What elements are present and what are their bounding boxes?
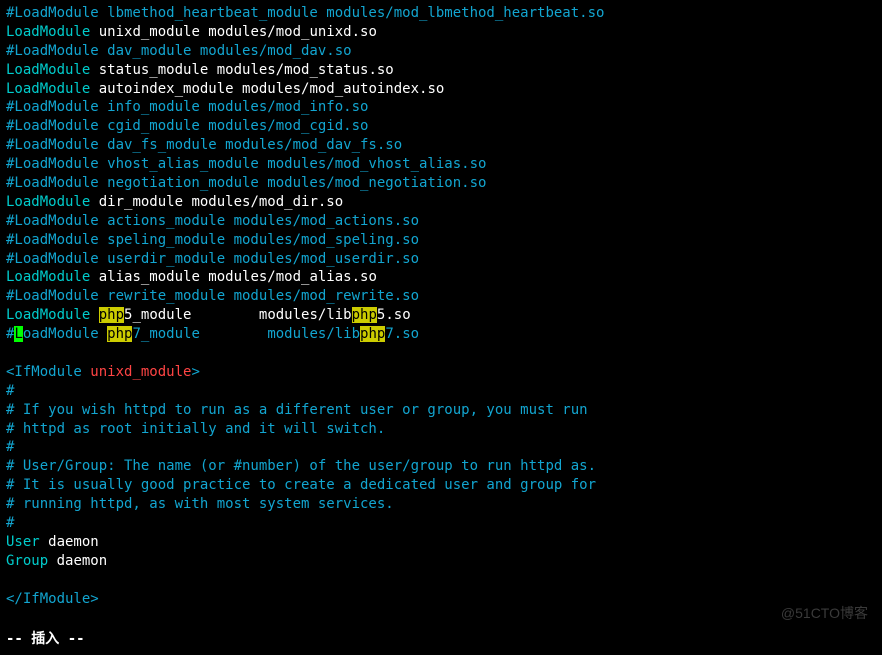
code-line: #LoadModule dav_module modules/mod_dav.s… xyxy=(6,42,876,61)
code-line: LoadModule dir_module modules/mod_dir.so xyxy=(6,193,876,212)
code-line: #LoadModule negotiation_module modules/m… xyxy=(6,174,876,193)
vim-mode-status: -- 插入 -- xyxy=(6,630,85,649)
code-line xyxy=(6,609,876,628)
code-line: # It is usually good practice to create … xyxy=(6,476,876,495)
code-line: LoadModule alias_module modules/mod_alia… xyxy=(6,268,876,287)
code-line: #LoadModule lbmethod_heartbeat_module mo… xyxy=(6,4,876,23)
code-line: #LoadModule php7_module modules/libphp7.… xyxy=(6,325,876,344)
vim-editor[interactable]: #LoadModule lbmethod_heartbeat_module mo… xyxy=(6,4,876,627)
code-line: # If you wish httpd to run as a differen… xyxy=(6,401,876,420)
code-line: #LoadModule actions_module modules/mod_a… xyxy=(6,212,876,231)
code-line: LoadModule unixd_module modules/mod_unix… xyxy=(6,23,876,42)
code-line: LoadModule status_module modules/mod_sta… xyxy=(6,61,876,80)
code-line: <IfModule unixd_module> xyxy=(6,363,876,382)
search-highlight: php xyxy=(360,326,385,342)
watermark-text: @51CTO博客 xyxy=(781,604,868,623)
code-line: #LoadModule speling_module modules/mod_s… xyxy=(6,231,876,250)
code-line xyxy=(6,571,876,590)
code-line: </IfModule> xyxy=(6,590,876,609)
code-line: #LoadModule info_module modules/mod_info… xyxy=(6,98,876,117)
code-line: # xyxy=(6,382,876,401)
search-highlight: php xyxy=(352,307,377,323)
code-line: #LoadModule userdir_module modules/mod_u… xyxy=(6,250,876,269)
code-line: #LoadModule vhost_alias_module modules/m… xyxy=(6,155,876,174)
code-line: LoadModule php5_module modules/libphp5.s… xyxy=(6,306,876,325)
code-line: Group daemon xyxy=(6,552,876,571)
code-line xyxy=(6,344,876,363)
code-line: # running httpd, as with most system ser… xyxy=(6,495,876,514)
code-line: # User/Group: The name (or #number) of t… xyxy=(6,457,876,476)
code-line: # httpd as root initially and it will sw… xyxy=(6,420,876,439)
code-line: # xyxy=(6,438,876,457)
search-highlight: php xyxy=(107,326,132,342)
cursor: L xyxy=(14,326,22,342)
search-highlight: php xyxy=(99,307,124,323)
code-line: #LoadModule cgid_module modules/mod_cgid… xyxy=(6,117,876,136)
code-line: LoadModule autoindex_module modules/mod_… xyxy=(6,80,876,99)
code-line: #LoadModule dav_fs_module modules/mod_da… xyxy=(6,136,876,155)
code-line: # xyxy=(6,514,876,533)
code-line: #LoadModule rewrite_module modules/mod_r… xyxy=(6,287,876,306)
code-line: User daemon xyxy=(6,533,876,552)
